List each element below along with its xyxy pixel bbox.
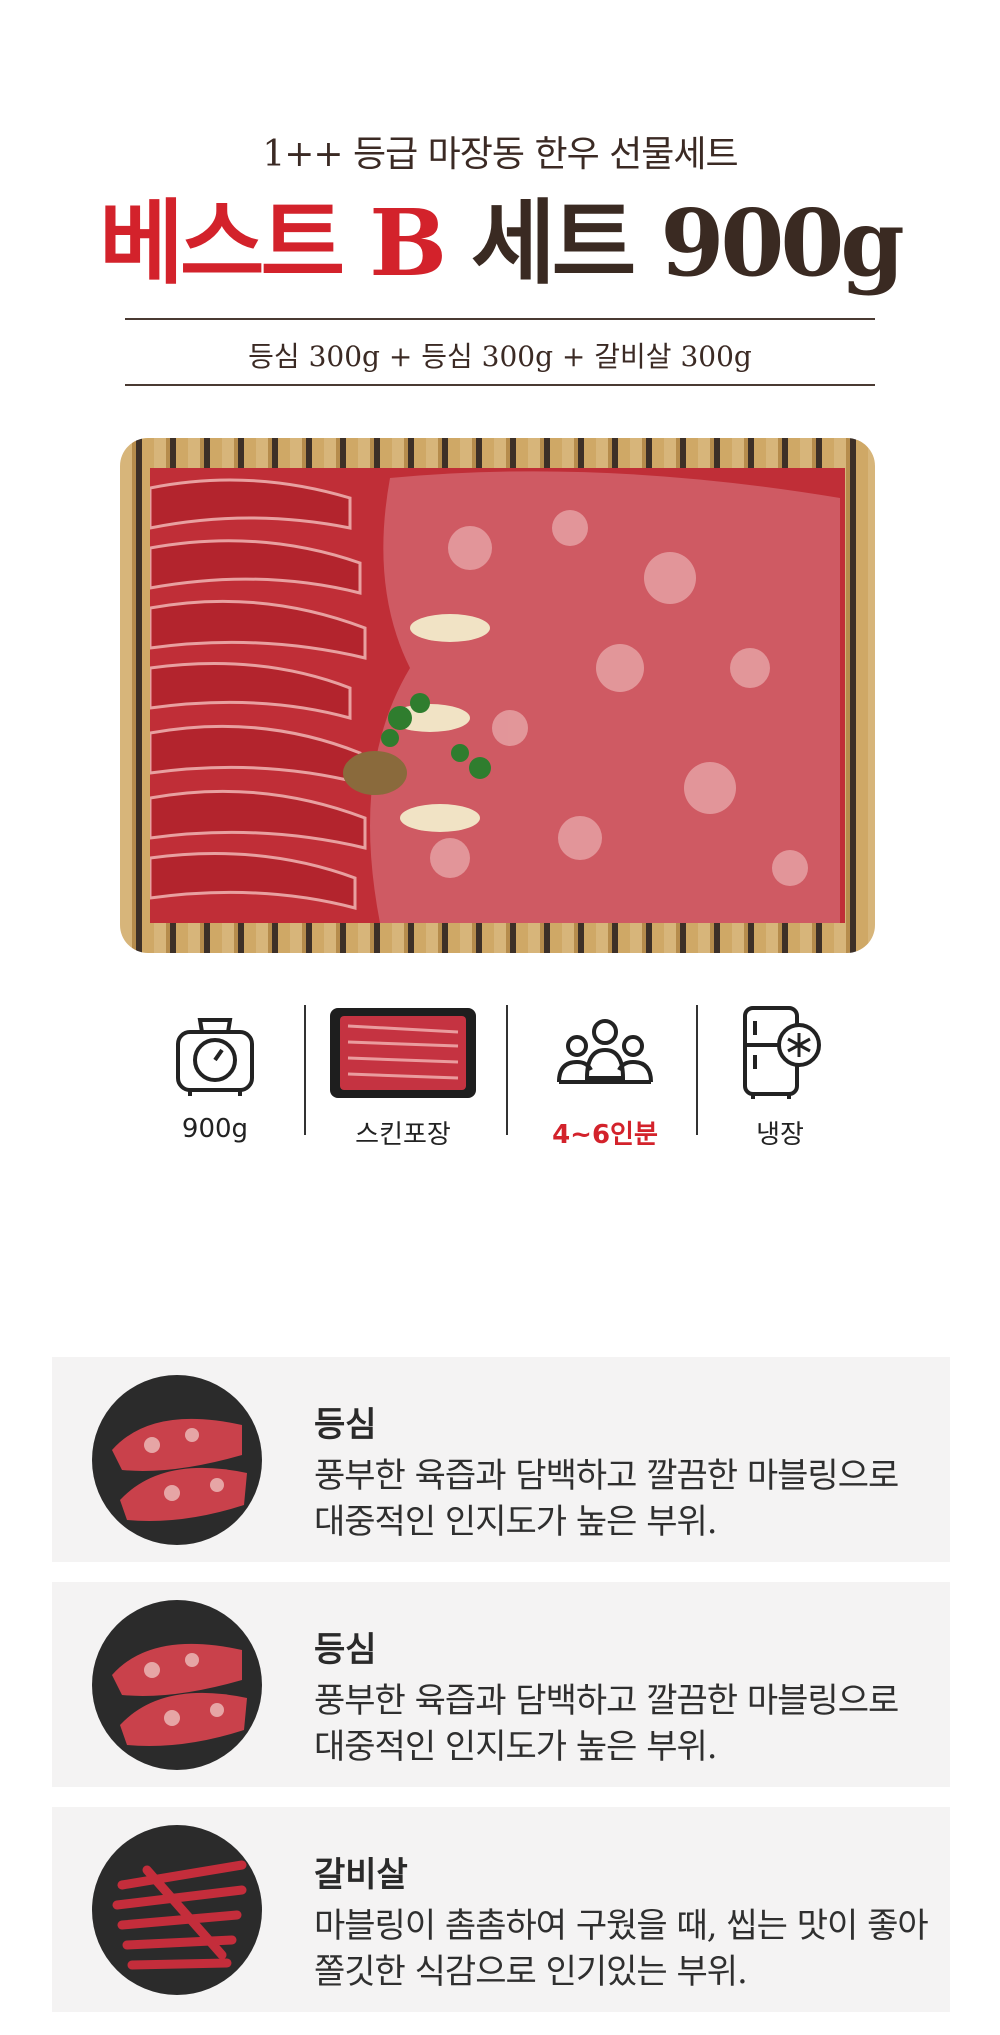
cut-card: 등심 풍부한 육즙과 담백하고 깔끔한 마블링으로 대중적인 인지도가 높은 부… (52, 1582, 950, 1787)
meat-image (150, 468, 845, 923)
cut-name: 등심 (314, 1630, 377, 1670)
product-photo (120, 438, 875, 953)
cut-thumbnail (92, 1375, 262, 1545)
feature-packaging-label: 스킨포장 (355, 1120, 451, 1150)
cut-description-line: 쫄깃한 식감으로 인기있는 부위. (314, 1952, 748, 1992)
cut-description: 풍부한 육즙과 담백하고 깔끔한 마블링으로 대중적인 인지도가 높은 부위. (314, 1678, 954, 1770)
product-title: 베스트 B 세트 900g (0, 188, 1000, 298)
divider-bottom (125, 384, 875, 386)
feature-divider (304, 1005, 306, 1135)
feature-packaging: 스킨포장 (323, 1005, 483, 1151)
cut-description-line: 풍부한 육즙과 담백하고 깔끔한 마블링으로 (314, 1456, 899, 1496)
cut-name: 갈비살 (314, 1855, 408, 1895)
refrigerator-icon (700, 1005, 860, 1100)
feature-divider (696, 1005, 698, 1135)
feature-storage-label: 냉장 (756, 1120, 804, 1150)
feature-weight: 900g (135, 1005, 295, 1144)
cut-thumbnail (92, 1600, 262, 1770)
product-subtitle: 1++ 등급 마장동 한우 선물세트 (262, 134, 738, 175)
feature-servings-label: 4~6인분 (552, 1120, 658, 1150)
cut-card: 갈비살 마블링이 촘촘하여 구웠을 때, 씹는 맛이 좋아 쫄깃한 식감으로 인… (52, 1807, 950, 2012)
scale-icon (135, 1005, 295, 1100)
divider-top (125, 318, 875, 320)
feature-storage: 냉장 (700, 1005, 860, 1151)
feature-divider (506, 1005, 508, 1135)
feature-servings: 4~6인분 (525, 1005, 685, 1151)
cut-description-line: 대중적인 인지도가 높은 부위. (314, 1727, 718, 1767)
cut-card: 등심 풍부한 육즙과 담백하고 깔끔한 마블링으로 대중적인 인지도가 높은 부… (52, 1357, 950, 1562)
title-red-part: 베스트 B (99, 189, 447, 297)
cut-description: 마블링이 촘촘하여 구웠을 때, 씹는 맛이 좋아 쫄깃한 식감으로 인기있는 … (314, 1903, 954, 1995)
feature-weight-label: 900g (181, 1114, 249, 1144)
cut-description-line: 대중적인 인지도가 높은 부위. (314, 1502, 718, 1542)
skin-pack-image (323, 1005, 483, 1100)
title-brown-part: 세트 900g (471, 189, 905, 297)
cut-description-line: 풍부한 육즙과 담백하고 깔끔한 마블링으로 (314, 1681, 899, 1721)
cut-description-line: 마블링이 촘촘하여 구웠을 때, 씹는 맛이 좋아 (314, 1906, 929, 1946)
cut-name: 등심 (314, 1405, 377, 1445)
set-composition: 등심 300g + 등심 300g + 갈비살 300g (248, 340, 752, 373)
cut-thumbnail (92, 1825, 262, 1995)
cut-description: 풍부한 육즙과 담백하고 깔끔한 마블링으로 대중적인 인지도가 높은 부위. (314, 1453, 954, 1545)
people-icon (525, 1005, 685, 1100)
